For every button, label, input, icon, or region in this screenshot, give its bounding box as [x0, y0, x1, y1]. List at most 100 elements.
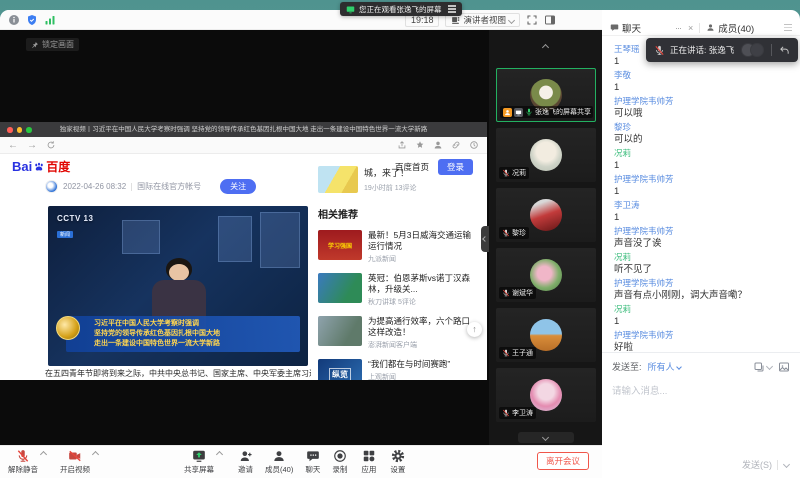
titlebar-status-icons: [8, 14, 56, 26]
favorite-icon[interactable]: [415, 140, 425, 150]
baidu-sidebar: 城，来了！ 19小时前 13评论 相关推荐 学习强国最新！5月3日威海交通运输运…: [318, 166, 474, 380]
chat-more-icon[interactable]: ···: [675, 23, 681, 33]
related-article[interactable]: 纵览“我们都在与时间赛跑”上观新闻: [318, 359, 474, 380]
chat-message-sender: 况莉: [614, 304, 788, 316]
article-title[interactable]: 城，来了！: [364, 166, 417, 179]
chevron-down-icon[interactable]: [766, 363, 773, 370]
article-source-name[interactable]: 国际在线官方帐号: [137, 181, 201, 192]
share-page-icon[interactable]: [397, 140, 407, 150]
participant-tile[interactable]: 况莉: [496, 128, 596, 182]
divider: [131, 183, 132, 191]
watching-banner[interactable]: 您正在观看张逸飞的屏幕: [340, 2, 462, 16]
toolbar-members[interactable]: 成员(40): [265, 449, 293, 475]
forward-icon[interactable]: →: [27, 140, 37, 151]
follow-button[interactable]: 关注: [220, 179, 256, 194]
toolbar-chat[interactable]: 聊天: [305, 449, 320, 475]
fullscreen-icon[interactable]: [526, 14, 538, 26]
leave-meeting-button[interactable]: 离开会议: [537, 452, 589, 470]
strip-scroll-down[interactable]: [518, 432, 574, 443]
participant-tile[interactable]: 王子通: [496, 308, 596, 362]
back-icon[interactable]: ←: [8, 140, 18, 151]
toolbar-mic-muted[interactable]: 解除静音: [8, 449, 46, 475]
strip-scroll-up[interactable]: [489, 37, 602, 55]
scroll-to-top-button[interactable]: ↑: [467, 322, 482, 337]
meeting-window: 19:18 演讲者视图 锁定画面 独家视频丨习近平在中国人民大学考察时强: [0, 10, 800, 478]
layout-panel-icon[interactable]: [544, 14, 556, 26]
studio-screen: [122, 220, 160, 254]
link-icon[interactable]: [451, 140, 461, 150]
screenshot-icon[interactable]: [753, 361, 765, 373]
presenter-name: 张逸飞的屏幕共享: [535, 107, 591, 117]
pin-view-chip[interactable]: 锁定画面: [26, 38, 79, 51]
participant-avatar: [530, 139, 562, 171]
panel-menu-icon[interactable]: [784, 27, 792, 28]
chat-message-text: 1: [614, 82, 788, 94]
toolbar-label: 开启视频: [60, 464, 90, 475]
article-title[interactable]: 为提高通行效率，六个路口这样改造！: [368, 316, 474, 338]
article-title[interactable]: “我们都在与时间赛跑”: [368, 359, 450, 370]
toolbar-apps[interactable]: 应用: [361, 449, 376, 475]
chat-message-sender: 护理学院韦帅芳: [614, 330, 788, 342]
article-title[interactable]: 最新！5月3日威海交通运输运行情况: [368, 230, 474, 252]
info-icon[interactable]: [8, 14, 20, 26]
news-video-player[interactable]: CCTV 13 新闻 习近平在中国人民大学考察时强调 坚持党的领导传承红色基因扎…: [48, 206, 308, 366]
watching-banner-text: 您正在观看张逸飞的屏幕: [359, 4, 442, 15]
toolbar-record[interactable]: 录制: [332, 449, 347, 475]
baidu-logo-latin: Bai: [12, 159, 32, 174]
banner-menu-icon[interactable]: [448, 8, 456, 9]
related-article[interactable]: 为提高通行效率，六个路口这样改造！澎湃新闻客户端: [318, 316, 474, 350]
maximize-window-icon[interactable]: [26, 127, 32, 133]
tab-members[interactable]: 成员(40): [718, 21, 754, 35]
toolbar-invite[interactable]: 邀请: [238, 449, 253, 475]
jump-back-icon[interactable]: [779, 45, 790, 56]
signal-icon[interactable]: [44, 14, 56, 26]
chat-message-sender: 况莉: [614, 148, 788, 160]
top-story[interactable]: 城，来了！ 19小时前 13评论: [318, 166, 474, 193]
speaker-avatars: [741, 43, 764, 57]
browser-title: 独家视频丨习近平在中国人民大学考察时强调 坚持党的领导传承红色基因扎根中国大地 …: [0, 122, 487, 137]
chevron-up-icon[interactable]: [92, 451, 99, 458]
chat-messages[interactable]: 王琴瑶1李敬1护理学院韦帅芳可以哦黎珍可以的况莉1护理学院韦帅芳1李卫涛1护理学…: [602, 36, 800, 352]
toolbar-camera-muted[interactable]: 开启视频: [60, 449, 98, 475]
history-icon[interactable]: [469, 140, 479, 150]
toolbar-settings[interactable]: 设置: [390, 449, 405, 475]
close-window-icon[interactable]: [7, 127, 13, 133]
baidu-logo[interactable]: Bai 百度: [12, 158, 70, 175]
participant-tile[interactable]: 李卫涛: [496, 368, 596, 422]
minimize-window-icon[interactable]: [17, 127, 23, 133]
message-input[interactable]: 请输入消息...: [612, 383, 790, 397]
participant-tile[interactable]: 黎珍: [496, 188, 596, 242]
send-options-icon[interactable]: [783, 461, 790, 468]
participant-tile-presenter[interactable]: 张逸飞的屏幕共享: [496, 68, 596, 122]
participant-tile[interactable]: 谢斌华: [496, 248, 596, 302]
chevron-up-icon[interactable]: [40, 451, 47, 458]
profile-icon[interactable]: [433, 140, 443, 150]
participant-label: 况莉: [499, 167, 529, 179]
tab-chat[interactable]: 聊天: [622, 21, 641, 35]
image-icon[interactable]: [778, 361, 790, 373]
pin-icon: [31, 41, 39, 49]
chat-message-text: 1: [614, 212, 788, 224]
source-avatar[interactable]: [45, 180, 58, 193]
shield-icon[interactable]: [26, 14, 38, 26]
mic-muted-icon: [16, 449, 30, 463]
strip-collapse-handle[interactable]: [481, 226, 489, 252]
toolbar-share-screen[interactable]: 共享屏幕: [184, 449, 222, 475]
close-icon[interactable]: ×: [688, 23, 693, 33]
refresh-icon[interactable]: [46, 140, 56, 150]
speaking-indicator[interactable]: 正在讲话: 张逸飞: [646, 38, 798, 62]
traffic-lights[interactable]: [7, 127, 32, 133]
screen-watching-icon: [346, 5, 355, 14]
camera-muted-icon: [68, 449, 82, 463]
chat-message-sender: 李敬: [614, 70, 788, 82]
chevron-up-icon[interactable]: [216, 451, 223, 458]
shared-screen-area: 锁定画面 独家视频丨习近平在中国人民大学考察时强调 坚持党的领导传承红色基因扎根…: [0, 30, 602, 445]
article-title[interactable]: 英冠：伯恩茅斯vs诺丁汉森林，升级关...: [368, 273, 474, 295]
related-article[interactable]: 英冠：伯恩茅斯vs诺丁汉森林，升级关...秋刀讲球 5评论: [318, 273, 474, 307]
send-to-selector[interactable]: 所有人: [648, 360, 681, 373]
chat-message-text: 听不见了: [614, 264, 788, 276]
mic-muted-icon: [502, 349, 510, 357]
related-article[interactable]: 学习强国最新！5月3日威海交通运输运行情况九派新闻: [318, 230, 474, 264]
toolbar-items: 解除静音开启视频 共享屏幕邀请成员(40) 聊天录制应用设置: [0, 449, 405, 475]
send-button[interactable]: 发送(S): [742, 458, 772, 471]
